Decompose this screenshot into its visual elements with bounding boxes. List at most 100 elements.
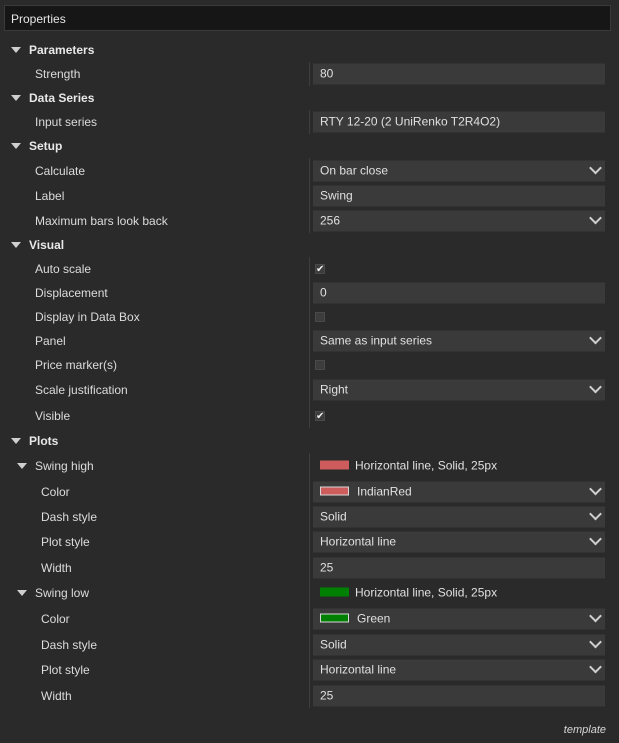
property-row-panel: Panel Same as input series: [0, 329, 619, 353]
summary-text: Horizontal line, Solid, 25px: [355, 585, 498, 600]
collapse-caret-icon[interactable]: [11, 143, 21, 149]
property-row-displacement: Displacement 0: [0, 281, 619, 305]
chevron-down-icon[interactable]: [589, 380, 602, 394]
section-label: Parameters: [29, 43, 95, 57]
chevron-down-icon[interactable]: [589, 635, 602, 648]
input-series-field[interactable]: RTY 12-20 (2 UniRenko T2R4O2): [313, 111, 605, 133]
swing-low-width-input[interactable]: 25: [313, 685, 605, 706]
swing-high-dash-style-dropdown[interactable]: Solid: [313, 506, 605, 527]
swing-low-summary: Horizontal line, Solid, 25px: [313, 583, 605, 604]
max-bars-dropdown[interactable]: 256: [313, 210, 605, 231]
section-visual[interactable]: Visual: [0, 233, 619, 257]
summary-text: Horizontal line, Solid, 25px: [355, 458, 498, 473]
section-label: Data Series: [29, 91, 95, 105]
color-swatch: [320, 613, 349, 623]
chevron-down-icon[interactable]: [589, 161, 602, 174]
width-value: 25: [320, 560, 334, 574]
property-row-swing-high-plot-style: Plot style Horizontal line: [0, 529, 619, 555]
price-markers-checkbox[interactable]: [315, 360, 325, 370]
calculate-dropdown[interactable]: On bar close: [313, 160, 605, 181]
property-row-visible: Visible ✔: [0, 403, 619, 428]
property-row-swing-low-color: Color Green: [0, 606, 619, 632]
scale-justification-dropdown[interactable]: Right: [313, 379, 605, 401]
chevron-down-icon[interactable]: [589, 211, 602, 224]
property-label: Input series: [35, 115, 98, 129]
property-row-label: Label Swing: [0, 183, 619, 208]
property-label: Scale justification: [35, 383, 128, 397]
template-link[interactable]: template: [564, 724, 606, 736]
strength-value: 80: [320, 66, 334, 81]
collapse-caret-icon[interactable]: [11, 437, 21, 444]
collapse-caret-icon[interactable]: [17, 590, 27, 596]
property-row-auto-scale: Auto scale ✔: [0, 257, 619, 281]
plot-row-swing-low[interactable]: Swing low Horizontal line, Solid, 25px: [0, 580, 619, 606]
auto-scale-checkbox[interactable]: ✔: [315, 264, 325, 275]
plot-style-value: Horizontal line: [320, 662, 397, 677]
swing-high-color-dropdown[interactable]: IndianRed: [313, 481, 605, 502]
section-setup[interactable]: Setup: [0, 134, 619, 158]
width-value: 25: [320, 688, 334, 702]
collapse-caret-icon[interactable]: [11, 47, 21, 53]
section-plots[interactable]: Plots: [0, 428, 619, 453]
color-value: IndianRed: [357, 484, 412, 498]
chevron-down-icon[interactable]: [589, 660, 602, 674]
property-label: Dash style: [41, 509, 98, 524]
property-label: Width: [41, 688, 72, 703]
chevron-down-icon[interactable]: [589, 532, 602, 546]
panel-dropdown[interactable]: Same as input series: [313, 330, 605, 352]
display-data-box-checkbox[interactable]: [315, 312, 325, 322]
property-row-swing-high-width: Width 25: [0, 555, 619, 580]
color-swatch: [320, 587, 349, 597]
property-row-swing-low-dash-style: Dash style Solid: [0, 632, 619, 657]
displacement-input[interactable]: 0: [313, 282, 605, 304]
scale-justification-value: Right: [320, 382, 349, 397]
property-label: Label: [35, 188, 65, 203]
max-bars-value: 256: [320, 213, 341, 227]
property-label: Visible: [35, 408, 71, 423]
collapse-caret-icon[interactable]: [17, 463, 27, 469]
color-swatch: [320, 486, 349, 495]
property-row-swing-low-plot-style: Plot style Horizontal line: [0, 657, 619, 683]
property-row-swing-low-width: Width 25: [0, 683, 619, 708]
property-label: Color: [41, 612, 70, 626]
property-label: Strength: [35, 67, 81, 81]
section-data-series[interactable]: Data Series: [0, 86, 619, 110]
chevron-down-icon[interactable]: [589, 609, 602, 623]
label-value: Swing: [320, 188, 353, 202]
color-swatch: [320, 460, 349, 470]
chevron-down-icon[interactable]: [589, 331, 602, 345]
property-row-price-markers: Price marker(s): [0, 353, 619, 377]
input-series-value: RTY 12-20 (2 UniRenko T2R4O2): [320, 114, 501, 129]
section-label: Setup: [29, 139, 63, 153]
property-label: Auto scale: [35, 262, 92, 276]
property-row-calculate: Calculate On bar close: [0, 158, 619, 183]
displacement-value: 0: [320, 285, 327, 300]
color-value: Green: [357, 611, 391, 626]
plot-label: Swing low: [35, 586, 90, 600]
section-parameters[interactable]: Parameters: [0, 38, 619, 62]
visible-checkbox[interactable]: ✔: [315, 410, 325, 421]
chevron-down-icon[interactable]: [589, 507, 602, 520]
dash-style-value: Solid: [320, 637, 347, 651]
property-label: Width: [41, 560, 72, 575]
plot-style-value: Horizontal line: [320, 534, 397, 549]
property-row-input-series: Input series RTY 12-20 (2 UniRenko T2R4O…: [0, 110, 619, 134]
property-row-strength: Strength 80: [0, 62, 619, 86]
swing-high-plot-style-dropdown[interactable]: Horizontal line: [313, 531, 605, 553]
plot-row-swing-high[interactable]: Swing high Horizontal line, Solid, 25px: [0, 453, 619, 479]
chevron-down-icon[interactable]: [589, 482, 602, 495]
property-row-scale-justification: Scale justification Right: [0, 377, 619, 403]
swing-low-color-dropdown[interactable]: Green: [313, 608, 605, 630]
strength-input[interactable]: 80: [313, 63, 605, 85]
collapse-caret-icon[interactable]: [11, 242, 21, 248]
collapse-caret-icon[interactable]: [11, 95, 21, 101]
property-label: Plot style: [41, 663, 90, 677]
swing-high-width-input[interactable]: 25: [313, 557, 605, 578]
property-label: Dash style: [41, 637, 98, 652]
property-label: Color: [41, 484, 70, 499]
swing-low-dash-style-dropdown[interactable]: Solid: [313, 634, 605, 655]
window-title: Properties: [11, 12, 66, 26]
swing-low-plot-style-dropdown[interactable]: Horizontal line: [313, 659, 605, 681]
label-input[interactable]: Swing: [313, 185, 605, 206]
plot-label: Swing high: [35, 459, 94, 473]
